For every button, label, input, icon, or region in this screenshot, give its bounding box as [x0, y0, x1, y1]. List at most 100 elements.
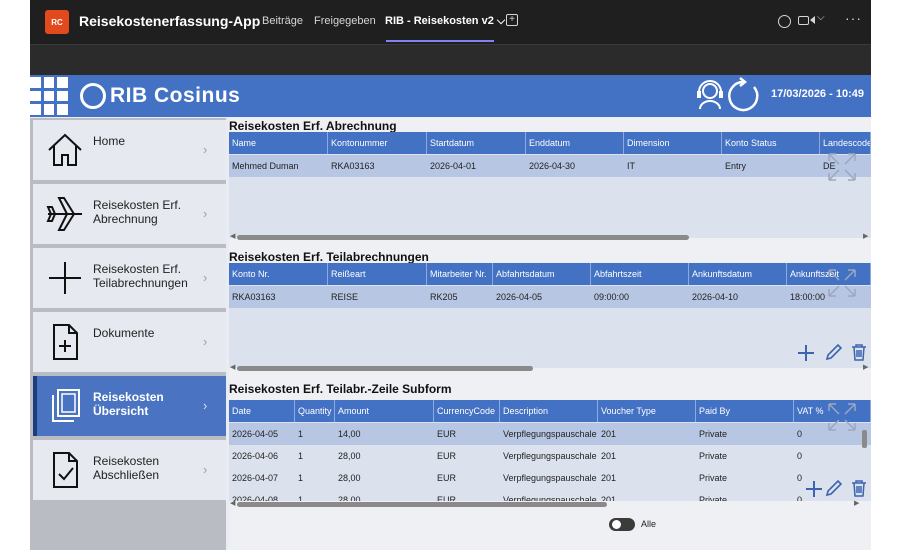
app-grid-icon[interactable]	[30, 77, 68, 115]
teams-window: RC Reisekostenerfassung-App Beiträge Fre…	[30, 0, 871, 550]
table-cell: 2026-04-07	[232, 473, 279, 483]
column-header[interactable]: Quantity	[295, 400, 335, 422]
sidebar-item-label: Reisekosten Übersicht	[93, 390, 164, 418]
table-cell: EUR	[437, 495, 457, 501]
column-header[interactable]: CurrencyCode	[434, 400, 500, 422]
column-header[interactable]: Dimension	[624, 132, 722, 154]
tab-beitraege[interactable]: Beiträge	[262, 15, 303, 27]
scroll-right-icon[interactable]: ▶	[863, 363, 868, 371]
table-teilabrechnungen: Konto Nr. Reißeart Mitarbeiter Nr. Abfah…	[229, 263, 871, 368]
table-cell: 14,00	[338, 429, 361, 439]
column-header[interactable]: Abfahrtszeit	[591, 263, 689, 285]
table-row[interactable]: 2026-04-08 1 28,00 EUR Verpflegungspausc…	[229, 489, 871, 501]
column-header[interactable]: Amount	[335, 400, 434, 422]
sidebar-item-label: Reisekosten Erf. Teilabrechnungen	[93, 262, 188, 290]
airplane-icon	[46, 197, 82, 231]
column-header[interactable]: Enddatum	[526, 132, 624, 154]
delete-icon[interactable]	[850, 479, 868, 497]
video-icon[interactable]	[798, 16, 809, 25]
sidebar-item-home[interactable]: Home ›	[33, 120, 226, 180]
app-badge: RC	[45, 10, 69, 34]
column-header[interactable]: Paid By	[696, 400, 794, 422]
document-check-icon	[53, 452, 78, 488]
table-cell: 1	[298, 429, 304, 439]
sidebar-item-label: Reisekosten Abschließen	[93, 454, 160, 482]
expand-icon[interactable]	[827, 152, 857, 182]
column-header[interactable]: Landescode	[820, 132, 871, 154]
table-cell: 28,00	[338, 451, 361, 461]
app-canvas: RIB Cosinus 17/03/2026 - 10:49 Home › Re…	[30, 75, 871, 550]
scrollbar-thumb[interactable]	[237, 502, 607, 507]
support-agent-icon[interactable]	[696, 80, 724, 110]
expand-icon[interactable]	[827, 268, 857, 298]
add-icon[interactable]	[797, 344, 815, 362]
column-header[interactable]: Name	[229, 132, 328, 154]
sidebar-item-abschliessen[interactable]: Reisekosten Abschließen ›	[33, 440, 226, 500]
edit-icon[interactable]	[825, 343, 843, 361]
column-header[interactable]: Ankunftsdatum	[689, 263, 787, 285]
table-cell: 28,00	[338, 495, 361, 501]
datetime-display: 17/03/2026 - 10:49	[771, 88, 864, 100]
chevron-right-icon: ›	[203, 142, 208, 157]
table-row[interactable]: 2026-04-05 1 14,00 EUR Verpflegungspausc…	[229, 423, 871, 445]
refresh-icon[interactable]	[724, 77, 762, 115]
column-header[interactable]: Abfahrtsdatum	[493, 263, 591, 285]
delete-icon[interactable]	[850, 343, 868, 361]
plus-icon	[49, 262, 81, 294]
table-cell: IT	[627, 161, 635, 171]
column-header[interactable]: Startdatum	[427, 132, 526, 154]
table-row[interactable]: RKA03163 REISE RK205 2026-04-05 09:00:00…	[229, 286, 871, 308]
toolbar-band	[30, 44, 871, 75]
scroll-right-icon[interactable]: ▶	[854, 499, 859, 507]
teams-titlebar: RC Reisekostenerfassung-App Beiträge Fre…	[30, 0, 871, 44]
sidebar-item-uebersicht[interactable]: Reisekosten Übersicht ›	[33, 376, 226, 436]
expand-icon[interactable]	[827, 402, 857, 432]
scroll-right-icon[interactable]: ▶	[863, 232, 868, 240]
video-lens-icon	[810, 16, 815, 24]
toggle-knob[interactable]	[612, 520, 621, 529]
sidebar-item-teilabrechnungen[interactable]: Reisekosten Erf. Teilabrechnungen ›	[33, 248, 226, 308]
vertical-scrollbar[interactable]	[862, 430, 867, 448]
column-header[interactable]: Kontonummer	[328, 132, 427, 154]
app-title: Reisekostenerfassung-App	[79, 13, 261, 29]
column-header[interactable]: Konto Status	[722, 132, 820, 154]
edit-icon[interactable]	[825, 479, 843, 497]
horizontal-scrollbar[interactable]: ◀ ▶	[229, 232, 871, 242]
table-cell: 201	[601, 429, 617, 439]
scrollbar-thumb[interactable]	[237, 366, 533, 371]
table-cell: Private	[699, 473, 728, 483]
sidebar-item-abrechnung[interactable]: Reisekosten Erf. Abrechnung ›	[33, 184, 226, 244]
table-cell: Private	[699, 429, 728, 439]
scroll-left-icon[interactable]: ◀	[230, 363, 235, 371]
table-cell: Mehmed Duman	[232, 161, 299, 171]
column-header[interactable]: Date	[229, 400, 295, 422]
table-cell: 2026-04-06	[232, 451, 279, 461]
more-options-icon[interactable]: ···	[845, 10, 862, 26]
column-header[interactable]: Description	[500, 400, 598, 422]
sidebar-item-dokumente[interactable]: Dokumente ›	[33, 312, 226, 372]
add-icon[interactable]	[805, 480, 823, 498]
scrollbar-thumb[interactable]	[237, 235, 689, 240]
add-tab-icon[interactable]: +	[506, 14, 518, 26]
horizontal-scrollbar[interactable]: ◀ ▶	[229, 499, 871, 509]
table-row[interactable]: Mehmed Duman RKA03163 2026-04-01 2026-04…	[229, 155, 871, 177]
horizontal-scrollbar[interactable]: ◀ ▶	[229, 363, 871, 373]
table-cell: 2026-04-10	[692, 292, 739, 302]
table-cell: RKA03163	[232, 292, 276, 302]
tab-freigegeben[interactable]: Freigegeben	[314, 15, 376, 27]
rib-logo-icon	[80, 83, 106, 109]
column-header[interactable]: Konto Nr.	[229, 263, 328, 285]
table-row[interactable]: 2026-04-06 1 28,00 EUR Verpflegungspausc…	[229, 445, 871, 467]
table-header: Konto Nr. Reißeart Mitarbeiter Nr. Abfah…	[229, 263, 871, 285]
column-header[interactable]: Mitarbeiter Nr.	[427, 263, 493, 285]
column-header[interactable]: Voucher Type	[598, 400, 696, 422]
table-cell: 0	[797, 473, 803, 483]
chevron-down-icon[interactable]: ⌵	[817, 12, 825, 23]
app-header: RIB Cosinus 17/03/2026 - 10:49	[30, 75, 871, 117]
table-row[interactable]: 2026-04-07 1 28,00 EUR Verpflegungspausc…	[229, 467, 871, 489]
scroll-left-icon[interactable]: ◀	[230, 232, 235, 240]
chat-icon[interactable]	[778, 15, 791, 28]
tab-rib-reisekosten[interactable]: RIB - Reisekosten v2 ⌵	[385, 15, 505, 28]
scroll-left-icon[interactable]: ◀	[230, 499, 235, 507]
column-header[interactable]: Reißeart	[328, 263, 427, 285]
